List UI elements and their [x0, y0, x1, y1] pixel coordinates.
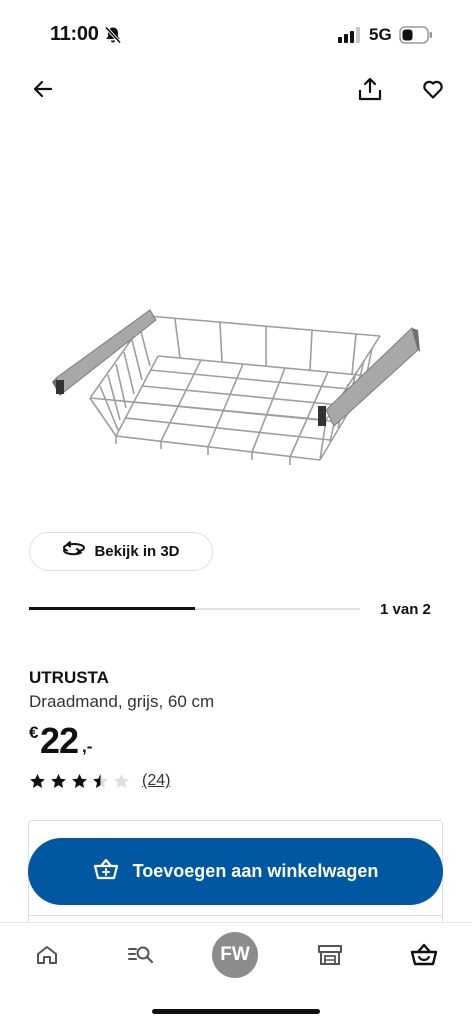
rating-stars: [29, 773, 134, 790]
product-name: UTRUSTA: [29, 668, 109, 687]
star-icon: [30, 773, 45, 788]
signal-icon: [338, 27, 360, 43]
home-icon: [35, 943, 59, 972]
gallery-counter: 1 van 2: [380, 601, 431, 618]
back-button[interactable]: [25, 73, 61, 109]
bell-slash-icon: [103, 25, 123, 45]
store-icon: [317, 943, 343, 972]
nav-profile[interactable]: FW: [211, 931, 259, 979]
price-currency: €: [29, 723, 39, 742]
search-list-icon: [127, 943, 155, 972]
nav-home[interactable]: [23, 933, 71, 981]
basket-icon: [410, 943, 438, 972]
nav-stores[interactable]: [306, 933, 354, 981]
star-icon: [72, 773, 87, 788]
avatar: FW: [212, 932, 258, 978]
basket-plus-icon: [93, 858, 119, 885]
status-bar: 11:00 5G: [0, 0, 472, 60]
nav-cart[interactable]: [400, 933, 448, 981]
review-count-link[interactable]: (24): [142, 772, 170, 790]
view-3d-label: Bekijk in 3D: [94, 543, 180, 560]
favorite-button[interactable]: [415, 73, 451, 109]
network-label: 5G: [369, 25, 392, 44]
product-description: Draadmand, grijs, 60 cm: [29, 692, 215, 711]
add-to-cart-button[interactable]: Toevoegen aan winkelwagen: [28, 838, 443, 905]
heart-icon: [421, 77, 445, 106]
battery-icon: [399, 26, 433, 44]
view-3d-button[interactable]: Bekijk in 3D: [29, 532, 213, 571]
price-amount: 22: [40, 720, 79, 761]
product-image[interactable]: [30, 200, 442, 500]
add-to-cart-label: Toevoegen aan winkelwagen: [132, 861, 379, 881]
status-time: 11:00: [50, 23, 99, 45]
star-icon: [51, 773, 66, 788]
nav-search[interactable]: [117, 933, 165, 981]
gallery-progress: [29, 607, 360, 610]
gallery-progress-fill: [29, 607, 195, 610]
price-suffix: ,-: [82, 737, 93, 756]
star-icon: [93, 773, 108, 788]
share-button[interactable]: [352, 73, 388, 109]
star-icon: [114, 773, 129, 788]
home-indicator: [152, 1009, 320, 1014]
rotate-3d-icon: [62, 540, 86, 563]
arrow-left-icon: [31, 77, 55, 106]
wire-basket-illustration: [52, 309, 420, 465]
product-rating[interactable]: (24): [29, 770, 170, 792]
share-icon: [357, 76, 383, 107]
